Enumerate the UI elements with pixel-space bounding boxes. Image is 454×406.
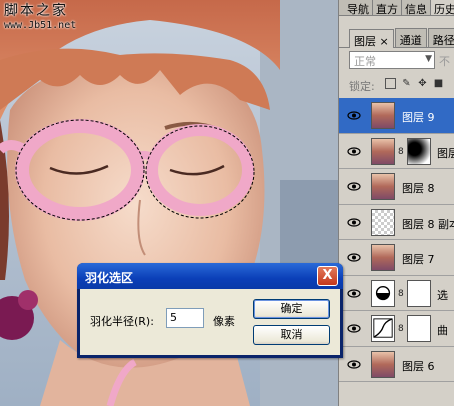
brush-icon[interactable]: ✎ (401, 78, 412, 89)
layer-name: 图层 9 (402, 111, 435, 124)
tab-history[interactable]: 历史 (431, 0, 454, 16)
watermark-site-name: 脚本之家 (4, 3, 68, 19)
eye-icon[interactable] (347, 181, 361, 192)
tab-layers[interactable]: 图层 × (349, 29, 394, 48)
watermark: 脚本之家 www.Jb51.net (4, 3, 76, 32)
layers-list: 图层 9 8 图层 图层 8 图层 8 副本 图层 7 (339, 98, 454, 382)
eye-icon[interactable] (347, 252, 361, 263)
dialog-body: 羽化半径(R): 5 像素 确定 取消 (80, 289, 340, 355)
tab-info[interactable]: 信息 (402, 0, 431, 16)
lock-icon[interactable]: ■ (433, 78, 444, 89)
chevron-down-icon: ▼ (425, 54, 432, 64)
eye-icon[interactable] (347, 323, 361, 334)
layer-name: 图层 6 (402, 359, 435, 373)
tab-channels[interactable]: 通道 (394, 28, 427, 47)
feather-radius-label: 羽化半径(R): (90, 315, 154, 328)
eye-icon[interactable] (347, 359, 361, 370)
tab-paths[interactable]: 路径 (427, 28, 454, 47)
blend-mode-value: 正常 (354, 55, 376, 68)
curves-icon (371, 315, 395, 342)
layer-name: 图层 (437, 146, 454, 160)
lock-label: 锁定: (349, 80, 375, 93)
unit-label: 像素 (213, 315, 235, 328)
layer-mask-thumbnail (407, 137, 431, 165)
link-icon: 8 (398, 146, 404, 157)
cancel-button[interactable]: 取消 (253, 325, 330, 345)
layer-mask-thumbnail (407, 315, 431, 342)
eye-icon[interactable] (347, 288, 361, 299)
tab-navigator[interactable]: 导航 (344, 0, 373, 16)
watermark-url: www.Jb51.net (4, 19, 77, 31)
dialog-titlebar[interactable]: 羽化选区 X (77, 263, 343, 289)
layer-row[interactable]: 图层 7 (339, 240, 454, 276)
layer-row[interactable]: 8 图层 (339, 133, 454, 169)
layer-thumbnail (371, 137, 395, 165)
layer-mask-thumbnail (407, 279, 431, 307)
adjustment-layer-icon (371, 279, 395, 307)
eye-icon[interactable] (347, 110, 361, 121)
move-icon[interactable]: ✥ (417, 78, 428, 89)
layer-tabs: 图层 × 通道 路径 (339, 28, 454, 48)
layer-row[interactable]: 8 曲 (339, 311, 454, 347)
layer-name: 选 (437, 288, 448, 302)
ok-button[interactable]: 确定 (253, 299, 330, 319)
blend-mode-select[interactable]: 正常 ▼ (349, 51, 435, 69)
link-icon: 8 (398, 288, 404, 299)
eye-icon[interactable] (347, 217, 361, 228)
layer-thumbnail (371, 244, 395, 271)
layer-row[interactable]: 图层 8 副本 (339, 204, 454, 240)
layer-thumbnail (371, 173, 395, 200)
lock-row: 锁定: ✎ ✥ ■ (339, 75, 454, 95)
opacity-label: 不 (439, 55, 450, 68)
link-icon: 8 (398, 324, 404, 334)
layers-panel: 导航 直方 信息 历史 图层 × 通道 路径 正常 ▼ 不 锁定: ✎ ✥ ■ … (338, 0, 454, 406)
layer-name: 图层 8 (402, 182, 435, 195)
dialog-title: 羽化选区 (85, 271, 134, 285)
layer-name: 图层 8 副本 (402, 217, 454, 231)
layer-row[interactable]: 图层 6 (339, 346, 454, 382)
layer-row[interactable]: 8 选 (339, 275, 454, 311)
lock-transparency-icon[interactable] (385, 78, 396, 89)
layer-thumbnail (371, 350, 395, 378)
layer-thumbnail (371, 208, 395, 236)
layer-name: 图层 7 (402, 253, 435, 266)
feather-selection-dialog: 羽化选区 X 羽化半径(R): 5 像素 确定 取消 (77, 263, 343, 358)
close-button[interactable]: X (317, 266, 338, 286)
layer-row[interactable]: 图层 9 (339, 98, 454, 134)
layer-row[interactable]: 图层 8 (339, 169, 454, 205)
feather-radius-input[interactable]: 5 (166, 308, 204, 328)
layer-name: 曲 (437, 324, 448, 337)
layer-thumbnail (371, 102, 395, 129)
panel-top-tabs: 导航 直方 信息 历史 (339, 0, 454, 16)
tab-histogram[interactable]: 直方 (373, 0, 402, 16)
eye-icon[interactable] (347, 146, 361, 157)
blend-row: 正常 ▼ 不 (339, 48, 454, 70)
